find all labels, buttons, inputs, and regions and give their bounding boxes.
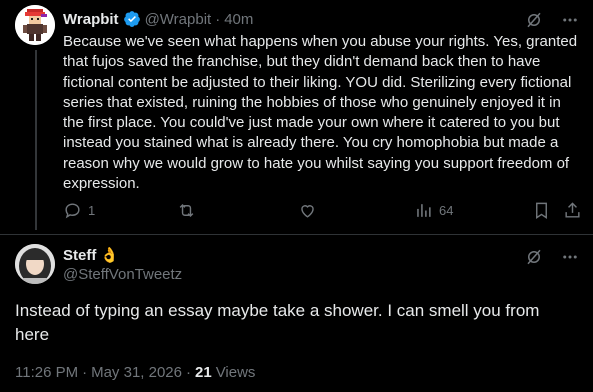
views-button[interactable]: 64 xyxy=(414,201,453,220)
avatar[interactable] xyxy=(15,5,55,45)
tweet-header: Steff 👌 xyxy=(63,246,120,265)
grok-icon[interactable] xyxy=(523,9,545,31)
bookmark-button[interactable] xyxy=(532,201,551,220)
heart-icon xyxy=(301,205,314,218)
avatar[interactable] xyxy=(15,244,55,284)
ok-hand-emoji: 👌 xyxy=(100,247,120,264)
date[interactable]: May 31, 2026 xyxy=(91,364,182,381)
thread-connector-line xyxy=(35,50,37,230)
tweet-text: Instead of typing an essay maybe take a … xyxy=(15,301,540,344)
tweet-action-bar: 1 64 xyxy=(63,201,588,223)
reply-count: 1 xyxy=(88,203,96,218)
tweet-top-actions xyxy=(523,9,581,31)
handle[interactable]: @Wrapbit xyxy=(145,11,212,28)
time[interactable]: 11:26 PM xyxy=(15,364,78,381)
display-name[interactable]: Steff xyxy=(63,247,96,264)
retweet-icon xyxy=(179,203,194,218)
profile-photo-icon xyxy=(15,244,55,284)
timestamp[interactable]: 40m xyxy=(224,11,253,28)
analytics-icon xyxy=(417,204,431,217)
divider xyxy=(0,234,593,235)
views-label: Views xyxy=(215,364,256,381)
more-options-icon[interactable] xyxy=(559,246,581,268)
retweet-button[interactable] xyxy=(177,201,202,220)
display-name[interactable]: Wrapbit xyxy=(63,11,119,28)
reply-icon xyxy=(65,203,80,219)
views-count: 64 xyxy=(439,203,454,218)
share-icon xyxy=(565,202,580,218)
verified-badge-icon xyxy=(123,10,141,28)
separator-dot: · xyxy=(82,364,88,381)
tweet-header: Wrapbit @Wrapbit · 40m xyxy=(63,9,253,29)
like-button[interactable] xyxy=(298,201,323,220)
tweet-top-actions xyxy=(523,246,581,268)
more-options-icon[interactable] xyxy=(559,9,581,31)
tweet-meta: 11:26 PM · May 31, 2026 · 21 Views xyxy=(15,364,255,381)
views-count: 21 xyxy=(195,364,212,381)
reply-button[interactable]: 1 xyxy=(63,201,95,220)
handle[interactable]: @SteffVonTweetz xyxy=(63,266,182,283)
grok-icon[interactable] xyxy=(523,246,545,268)
bookmark-icon xyxy=(536,202,547,219)
separator-dot: · xyxy=(215,10,221,28)
separator-dot: · xyxy=(186,364,191,381)
pixel-character-avatar-icon xyxy=(15,5,55,45)
share-button[interactable] xyxy=(563,201,582,220)
tweet-text: Because we've seen what happens when you… xyxy=(63,33,578,193)
